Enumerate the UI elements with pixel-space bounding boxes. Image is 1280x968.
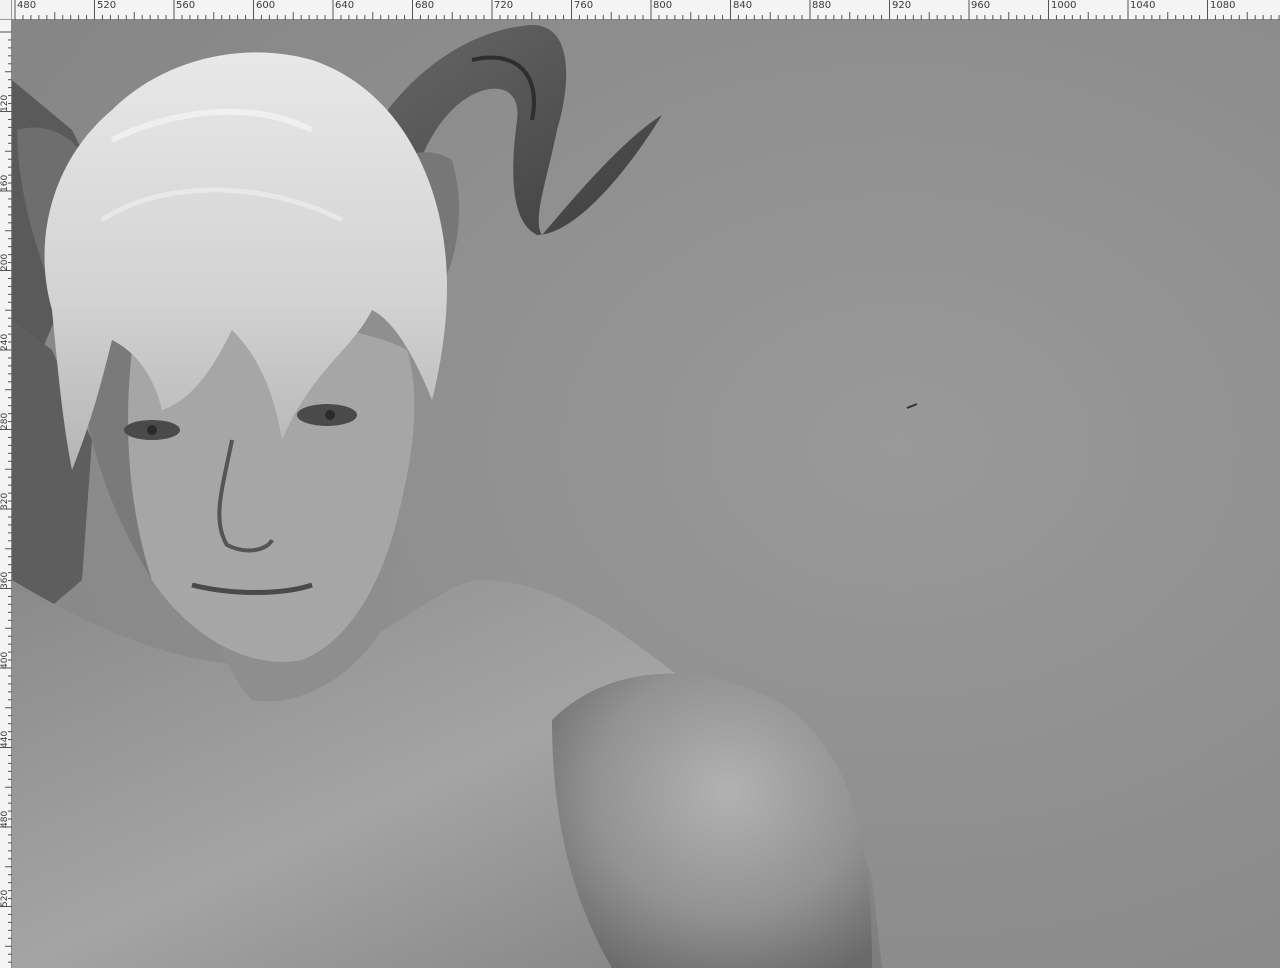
artwork-painting	[12, 20, 1280, 968]
horizontal-ruler-ticks	[14, 0, 1280, 20]
ruler-corner	[0, 0, 12, 20]
ruler-label-1080: 1080	[1210, 0, 1236, 11]
ruler-label-600: 600	[256, 0, 276, 11]
left-pupil	[147, 425, 157, 435]
ruler-label-960: 960	[971, 0, 991, 11]
ruler-label-v-400: 400	[0, 651, 10, 669]
ruler-label-760: 760	[574, 0, 594, 11]
ruler-label-v-480: 480	[0, 810, 10, 828]
right-pupil	[325, 410, 335, 420]
ruler-label-v-200: 200	[0, 253, 10, 271]
ruler-label-v-280: 280	[0, 412, 10, 430]
ruler-label-880: 880	[812, 0, 832, 11]
horizontal-ruler[interactable]: 480 520 560 600 640 680 720 760 800 840 …	[12, 0, 1280, 20]
vertical-ruler[interactable]: 120 160 200 240 280 320 360 400 440 480 …	[0, 20, 12, 968]
ruler-label-v-120: 120	[0, 94, 10, 112]
ruler-label-720: 720	[494, 0, 514, 11]
ruler-label-v-160: 160	[0, 174, 10, 192]
ruler-label-v-240: 240	[0, 333, 10, 351]
ruler-label-v-320: 320	[0, 492, 10, 510]
ruler-label-840: 840	[733, 0, 753, 11]
ruler-label-800: 800	[653, 0, 673, 11]
ruler-label-v-360: 360	[0, 571, 10, 589]
ruler-label-1000: 1000	[1051, 0, 1077, 11]
ruler-label-520: 520	[97, 0, 117, 11]
ruler-label-680: 680	[415, 0, 435, 11]
drawing-canvas[interactable]	[12, 20, 1280, 968]
ruler-label-v-520: 520	[0, 889, 10, 907]
ruler-label-560: 560	[176, 0, 196, 11]
ruler-label-920: 920	[892, 0, 912, 11]
ruler-label-v-440: 440	[0, 730, 10, 748]
ruler-label-640: 640	[335, 0, 355, 11]
ruler-label-480: 480	[17, 0, 37, 11]
ruler-label-1040: 1040	[1130, 0, 1156, 11]
